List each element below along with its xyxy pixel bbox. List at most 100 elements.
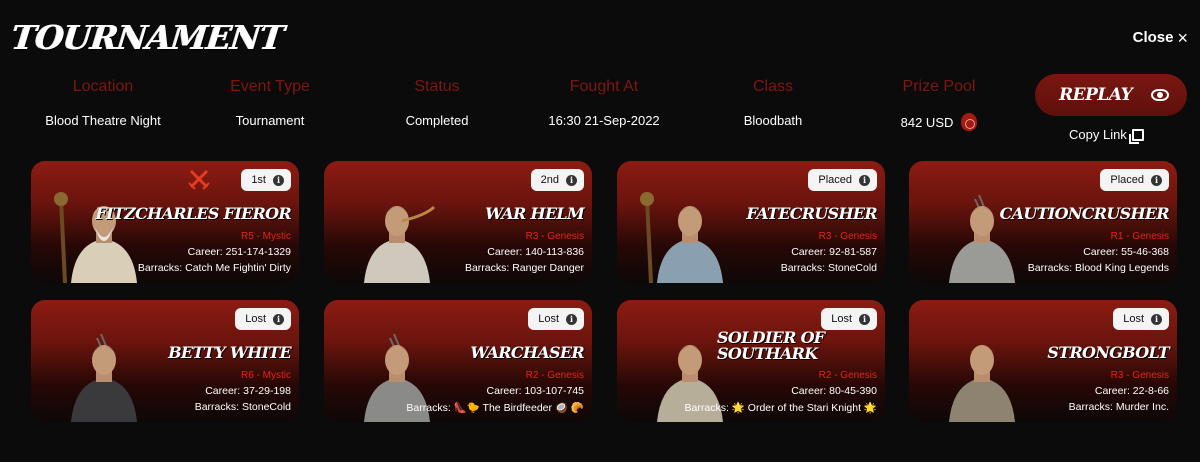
info-value: Tournament bbox=[185, 113, 355, 128]
result-badge[interactable]: Placed i bbox=[1100, 169, 1169, 191]
fighter-barracks: Barracks: Murder Inc. bbox=[1068, 401, 1169, 413]
info-icon[interactable]: i bbox=[1151, 313, 1162, 325]
close-button[interactable]: Close × bbox=[1132, 27, 1188, 48]
crossed-swords-icon bbox=[188, 169, 210, 190]
fighter-rank: R5 - Mystic bbox=[241, 231, 291, 242]
fighter-career: Career: 103-107-745 bbox=[486, 385, 584, 397]
fighter-rank: R1 - Genesis bbox=[1110, 231, 1169, 242]
fighter-barracks: Barracks: StoneCold bbox=[194, 401, 291, 413]
fighter-rank: R3 - Genesis bbox=[818, 231, 877, 242]
replay-label: REPLAY bbox=[1059, 85, 1133, 105]
info-icon[interactable]: i bbox=[1151, 174, 1162, 186]
fighter-career: Career: 251-174-1329 bbox=[187, 246, 291, 258]
fighter-career: Career: 37-29-198 bbox=[205, 385, 291, 397]
fighter-name: FATECRUSHER bbox=[746, 204, 877, 223]
fought-at-value: 16:30 21-Sep-2022 bbox=[548, 113, 660, 128]
fighter-barracks: Barracks: Ranger Danger bbox=[464, 262, 584, 274]
event-type-value: Tournament bbox=[235, 113, 305, 128]
close-label: Close bbox=[1132, 29, 1174, 46]
info-label: Class bbox=[752, 78, 793, 95]
result-badge[interactable]: Lost i bbox=[821, 308, 877, 330]
info-icon[interactable]: i bbox=[859, 174, 870, 186]
result-badge[interactable]: Lost i bbox=[1113, 308, 1169, 330]
result-label: 2nd bbox=[540, 174, 559, 186]
fighter-portrait bbox=[49, 324, 159, 422]
info-fought-at: Fought At 16:30 21-Sep-2022 bbox=[519, 78, 689, 128]
location-value: Blood Theatre Night bbox=[45, 113, 161, 128]
result-badge[interactable]: 2nd i bbox=[530, 169, 584, 191]
info-label: Location bbox=[72, 78, 134, 95]
info-value: 16:30 21-Sep-2022 bbox=[519, 113, 689, 128]
fighter-barracks: Barracks: 🌟 Order of the Stari Knight 🌟 bbox=[684, 402, 877, 414]
fighter-rank: R3 - Genesis bbox=[1110, 370, 1169, 381]
fighter-card[interactable]: Lost i WARCHASER R2 - Genesis Career: 10… bbox=[324, 300, 592, 422]
fighter-career: Career: 92-81-587 bbox=[791, 246, 877, 258]
result-badge[interactable]: 1st i bbox=[241, 169, 291, 191]
result-label: Placed bbox=[1110, 174, 1144, 186]
fighter-barracks: Barracks: Blood King Legends bbox=[1027, 262, 1169, 274]
fighter-career: Career: 22-8-66 bbox=[1094, 385, 1169, 397]
info-event-type: Event Type Tournament bbox=[185, 78, 355, 128]
info-label: Fought At bbox=[569, 78, 639, 95]
copy-link-button[interactable]: Copy Link bbox=[1069, 127, 1144, 144]
fighter-rank: R2 - Genesis bbox=[525, 370, 584, 381]
info-status: Status Completed bbox=[352, 78, 522, 128]
fighter-rank: R3 - Genesis bbox=[525, 231, 584, 242]
result-label: Lost bbox=[1123, 313, 1144, 325]
fighter-card[interactable]: 1st i FITZCHARLES FIEROR R5 - Mystic Car… bbox=[31, 161, 299, 283]
result-label: Placed bbox=[818, 174, 852, 186]
fighter-rank: R6 - Mystic bbox=[241, 370, 291, 381]
info-icon[interactable]: i bbox=[859, 313, 870, 325]
fighter-card[interactable]: Placed i FATECRUSHER R3 - Genesis Career… bbox=[617, 161, 885, 283]
copy-icon bbox=[1128, 128, 1144, 144]
fighter-name: SOLDIER OF SOUTHARK bbox=[717, 328, 825, 363]
fighter-barracks: Barracks: 👠🐤 The Birdfeeder 🥥 🥐 bbox=[406, 402, 584, 414]
class-value: Bloodbath bbox=[743, 113, 803, 128]
fighter-portrait bbox=[927, 324, 1037, 422]
info-class: Class Bloodbath bbox=[688, 78, 858, 128]
copy-link-label: Copy Link bbox=[1069, 127, 1127, 142]
info-value: 842 USD bbox=[854, 113, 1024, 131]
result-badge[interactable]: Lost i bbox=[528, 308, 584, 330]
fighter-name: FITZCHARLES FIEROR bbox=[95, 204, 291, 223]
fighter-card[interactable]: Lost i BETTY WHITE R6 - Mystic Career: 3… bbox=[31, 300, 299, 422]
fighter-card[interactable]: Lost i STRONGBOLT R3 - Genesis Career: 2… bbox=[909, 300, 1177, 422]
info-value: Blood Theatre Night bbox=[18, 113, 188, 128]
fighter-name: WARCHASER bbox=[470, 343, 584, 362]
result-label: Lost bbox=[831, 313, 852, 325]
info-label: Prize Pool bbox=[902, 78, 976, 95]
fighter-name: WAR HELM bbox=[485, 204, 585, 223]
info-icon[interactable]: i bbox=[273, 313, 284, 325]
prize-pool-value: 842 USD bbox=[900, 114, 954, 130]
fighter-card[interactable]: Lost i SOLDIER OF SOUTHARK R2 - Genesis … bbox=[617, 300, 885, 422]
info-value: Bloodbath bbox=[688, 113, 858, 128]
info-icon[interactable]: i bbox=[566, 174, 577, 186]
fighter-barracks: Barracks: StoneCold bbox=[780, 262, 877, 274]
fighter-name: CAUTIONCRUSHER bbox=[999, 204, 1170, 223]
fighter-portrait bbox=[635, 185, 745, 283]
fighter-portrait bbox=[927, 185, 1037, 283]
status-value: Completed bbox=[405, 113, 469, 128]
eye-icon bbox=[1151, 89, 1169, 101]
result-label: 1st bbox=[251, 174, 266, 186]
info-label: Event Type bbox=[230, 78, 310, 95]
fighter-name: STRONGBOLT bbox=[1047, 343, 1169, 362]
info-prize-pool: Prize Pool 842 USD bbox=[854, 78, 1024, 131]
info-icon[interactable]: i bbox=[273, 174, 284, 186]
result-badge[interactable]: Lost i bbox=[235, 308, 291, 330]
fighter-career: Career: 140-113-836 bbox=[487, 246, 584, 258]
info-label: Status bbox=[414, 78, 460, 95]
replay-button[interactable]: REPLAY bbox=[1035, 74, 1187, 116]
fighter-card[interactable]: 2nd i WAR HELM R3 - Genesis Career: 140-… bbox=[324, 161, 592, 283]
result-label: Lost bbox=[245, 313, 266, 325]
fighter-card[interactable]: Placed i CAUTIONCRUSHER R1 - Genesis Car… bbox=[909, 161, 1177, 283]
close-icon: × bbox=[1177, 27, 1188, 48]
fighter-barracks: Barracks: Catch Me Fightin' Dirty bbox=[137, 262, 291, 274]
fighter-name: BETTY WHITE bbox=[168, 343, 292, 362]
result-badge[interactable]: Placed i bbox=[808, 169, 877, 191]
fighter-portrait bbox=[342, 185, 452, 283]
info-value: Completed bbox=[352, 113, 522, 128]
fighter-career: Career: 80-45-390 bbox=[791, 385, 877, 397]
money-bag-icon bbox=[961, 113, 978, 131]
info-icon[interactable]: i bbox=[566, 313, 577, 325]
